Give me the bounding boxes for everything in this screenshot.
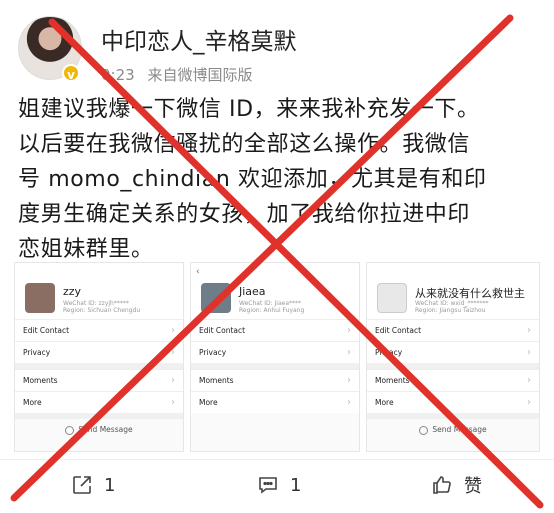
contact-details: WeChat ID: wxid_******* Region: Jiangsu … bbox=[415, 300, 488, 314]
menu-row-more: More bbox=[191, 391, 359, 414]
share-count: 1 bbox=[104, 474, 116, 496]
comment-button[interactable]: 1 bbox=[256, 470, 301, 500]
send-message-label: Send Message bbox=[15, 419, 183, 441]
contact-name: 从来就没有什么救世主 bbox=[415, 287, 525, 300]
username[interactable]: 中印恋人_辛格莫默 bbox=[101, 22, 297, 56]
send-message-label: Send Message bbox=[367, 419, 539, 441]
thumbs-up-icon bbox=[433, 476, 451, 494]
like-label: 赞 bbox=[464, 476, 482, 497]
menu-row-moments: Moments bbox=[367, 369, 539, 392]
share-icon bbox=[73, 476, 91, 494]
post-line: 度男生确定关系的女孩，加了我给你拉进中印 bbox=[18, 202, 471, 227]
contact-wechat-id: WeChat ID: wxid_******* bbox=[415, 300, 489, 307]
contact-details: WeChat ID: Jiaea**** Region: Anhui Fuyan… bbox=[239, 300, 304, 314]
post-source: 来自微博国际版 bbox=[147, 66, 253, 84]
contact-details: WeChat ID: zzyjh***** Region: Sichuan Ch… bbox=[63, 300, 140, 314]
share-button[interactable]: 1 bbox=[70, 470, 115, 500]
profile-card: 从来就没有什么救世主 WeChat ID: wxid_******* Regio… bbox=[367, 263, 539, 319]
post-line: 姐建议我爆一下微信 ID，来来我补充发一下。 bbox=[18, 97, 480, 122]
post-line: 以后要在我微信骚扰的全部这么操作。我微信 bbox=[18, 132, 471, 157]
attached-image-1[interactable]: zzy WeChat ID: zzyjh***** Region: Sichua… bbox=[14, 262, 184, 452]
attached-image-2[interactable]: ‹ Jiaea WeChat ID: Jiaea**** Region: Anh… bbox=[190, 262, 360, 452]
comment-count: 1 bbox=[290, 474, 302, 496]
like-button[interactable]: 赞 bbox=[430, 470, 482, 500]
contact-avatar bbox=[377, 283, 407, 313]
attached-image-3[interactable]: 从来就没有什么救世主 WeChat ID: wxid_******* Regio… bbox=[366, 262, 540, 452]
contact-wechat-id: WeChat ID: Jiaea**** bbox=[239, 300, 302, 307]
menu-row-privacy: Privacy bbox=[191, 341, 359, 364]
menu-row-privacy: Privacy bbox=[367, 341, 539, 364]
menu-row-edit-contact: Edit Contact bbox=[15, 319, 183, 342]
post-time: 0:23 bbox=[101, 66, 135, 84]
menu-row-more: More bbox=[15, 391, 183, 414]
post-body: 姐建议我爆一下微信 ID，来来我补充发一下。 以后要在我微信骚扰的全部这么操作。… bbox=[18, 92, 542, 267]
menu-row-edit-contact: Edit Contact bbox=[367, 319, 539, 342]
menu-row-moments: Moments bbox=[191, 369, 359, 392]
post-header: v 中印恋人_辛格莫默 0:23 来自微博国际版 bbox=[18, 12, 538, 88]
profile-card: ‹ Jiaea WeChat ID: Jiaea**** Region: Anh… bbox=[191, 263, 359, 319]
contact-name: Jiaea bbox=[239, 285, 266, 298]
back-chevron-icon: ‹ bbox=[196, 267, 200, 277]
menu-row-edit-contact: Edit Contact bbox=[191, 319, 359, 342]
contact-region: Region: Sichuan Chengdu bbox=[63, 307, 141, 314]
action-bar: 1 1 赞 bbox=[0, 460, 554, 513]
contact-avatar bbox=[25, 283, 55, 313]
contact-region: Region: Anhui Fuyang bbox=[239, 307, 305, 314]
contact-region: Region: Jiangsu Taizhou bbox=[415, 307, 486, 314]
profile-card: zzy WeChat ID: zzyjh***** Region: Sichua… bbox=[15, 263, 183, 319]
contact-avatar bbox=[201, 283, 231, 313]
verified-badge-icon: v bbox=[62, 64, 80, 82]
post-meta: 0:23 来自微博国际版 bbox=[101, 64, 252, 85]
contact-wechat-id: WeChat ID: zzyjh***** bbox=[63, 300, 129, 307]
post-line: 号 momo_chindian 欢迎添加，尤其是有和印 bbox=[18, 167, 487, 192]
contact-name: zzy bbox=[63, 285, 82, 298]
menu-row-privacy: Privacy bbox=[15, 341, 183, 364]
attached-images: zzy WeChat ID: zzyjh***** Region: Sichua… bbox=[14, 262, 540, 452]
comment-icon bbox=[259, 477, 277, 494]
menu-row-more: More bbox=[367, 391, 539, 414]
menu-row-moments: Moments bbox=[15, 369, 183, 392]
